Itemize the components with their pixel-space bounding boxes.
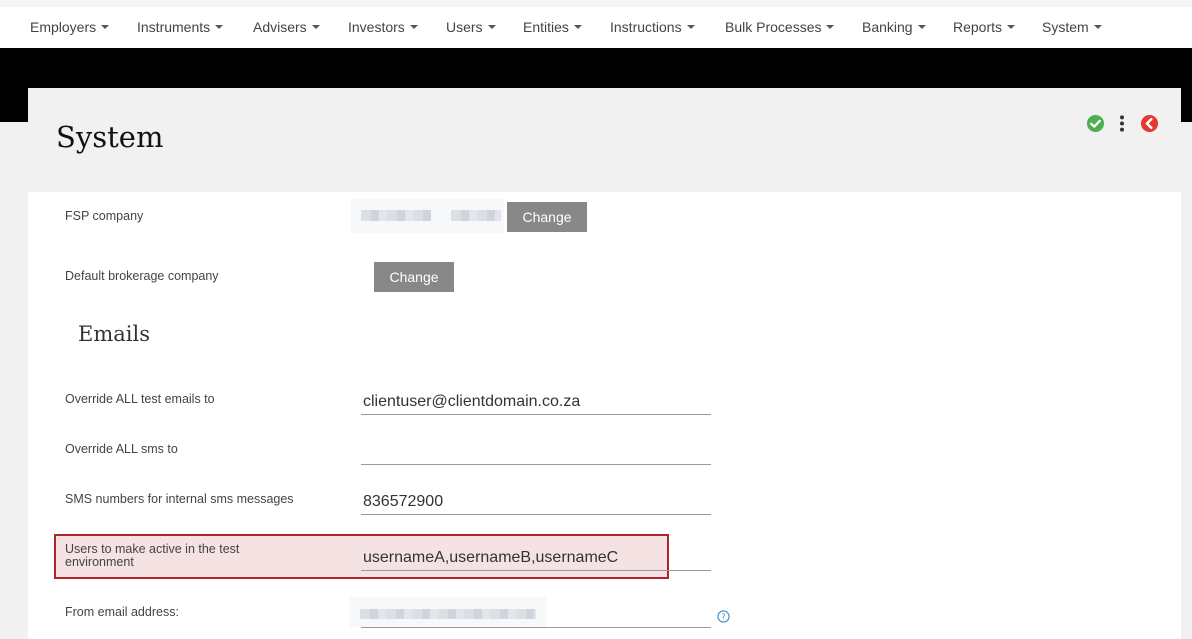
active-users-label: Users to make active in the test environ… — [65, 542, 240, 569]
from-email-value — [350, 597, 546, 627]
header-actions — [1086, 114, 1161, 134]
nav-label: Bulk Processes — [725, 19, 822, 35]
question-circle-icon[interactable]: ? — [717, 610, 730, 628]
nav-label: Advisers — [253, 19, 307, 35]
nav-label: Instructions — [610, 19, 682, 35]
from-email-underline — [361, 627, 711, 628]
nav-label: Entities — [523, 19, 569, 35]
caret-down-icon — [1093, 25, 1102, 30]
nav-label: Investors — [348, 19, 405, 35]
override-sms-input[interactable] — [361, 439, 711, 465]
chevron-left-circle-icon[interactable] — [1140, 114, 1159, 138]
caret-down-icon — [409, 25, 418, 30]
caret-down-icon — [1007, 25, 1016, 30]
caret-down-icon — [215, 25, 224, 30]
sms-numbers-input[interactable] — [361, 489, 711, 515]
caret-down-icon — [826, 25, 835, 30]
svg-text:?: ? — [721, 612, 725, 621]
nav-users[interactable]: Users — [446, 19, 496, 35]
emails-section-title: Emails — [78, 322, 150, 346]
check-circle-icon[interactable] — [1086, 114, 1105, 138]
nav-instructions[interactable]: Instructions — [610, 19, 695, 35]
default-brokerage-change-button[interactable]: Change — [374, 262, 454, 292]
override-sms-label: Override ALL sms to — [65, 442, 178, 456]
nav-label: Employers — [30, 19, 97, 35]
nav-bulk-processes[interactable]: Bulk Processes — [725, 19, 835, 35]
top-nav: Employers Instruments Advisers Investors… — [0, 0, 1192, 48]
page-title: System — [56, 120, 164, 154]
settings-form: FSP company Change Default brokerage com… — [28, 192, 1181, 639]
nav-banking[interactable]: Banking — [862, 19, 926, 35]
from-email-label: From email address: — [65, 605, 179, 619]
sms-numbers-label: SMS numbers for internal sms messages — [65, 492, 294, 506]
nav-investors[interactable]: Investors — [348, 19, 418, 35]
active-users-input[interactable] — [361, 545, 711, 571]
fsp-company-label: FSP company — [65, 209, 144, 223]
fsp-company-change-button[interactable]: Change — [507, 202, 587, 232]
redacted-text — [361, 210, 431, 221]
default-brokerage-label: Default brokerage company — [65, 269, 219, 283]
nav-reports[interactable]: Reports — [953, 19, 1016, 35]
caret-down-icon — [487, 25, 496, 30]
redacted-text — [360, 609, 536, 619]
caret-down-icon — [573, 25, 582, 30]
nav-entities[interactable]: Entities — [523, 19, 582, 35]
nav-system[interactable]: System — [1042, 19, 1102, 35]
nav-instruments[interactable]: Instruments — [137, 19, 224, 35]
vertical-ellipsis-icon[interactable] — [1118, 114, 1126, 138]
nav-label: Reports — [953, 19, 1003, 35]
redacted-text — [451, 210, 501, 221]
nav-advisers[interactable]: Advisers — [253, 19, 320, 35]
nav-label: Banking — [862, 19, 913, 35]
nav-label: System — [1042, 19, 1089, 35]
caret-down-icon — [101, 25, 110, 30]
nav-label: Instruments — [137, 19, 211, 35]
page-header: System — [28, 88, 1181, 192]
caret-down-icon — [311, 25, 320, 30]
nav-employers[interactable]: Employers — [30, 19, 110, 35]
caret-down-icon — [917, 25, 926, 30]
override-emails-input[interactable] — [361, 389, 711, 415]
fsp-company-value — [351, 199, 504, 233]
caret-down-icon — [686, 25, 695, 30]
override-emails-label: Override ALL test emails to — [65, 392, 215, 406]
nav-label: Users — [446, 19, 483, 35]
